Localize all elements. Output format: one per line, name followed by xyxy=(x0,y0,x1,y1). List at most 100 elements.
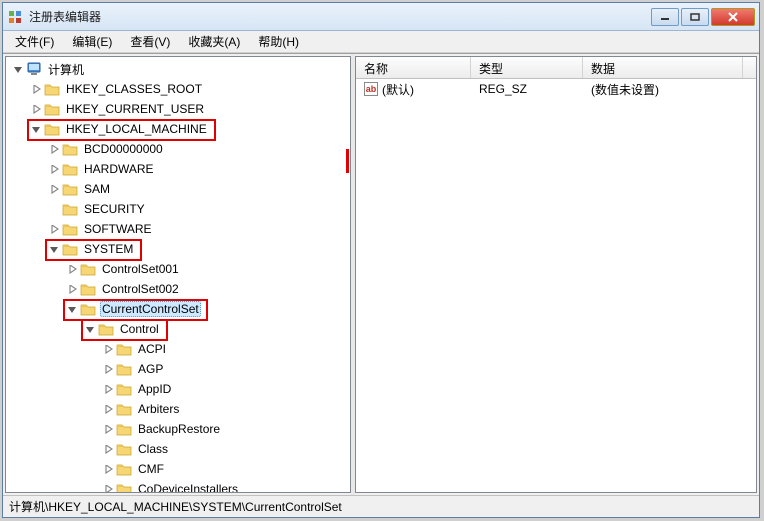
folder-icon xyxy=(116,381,132,397)
expand-icon[interactable] xyxy=(48,183,60,195)
expand-icon[interactable] xyxy=(102,403,114,415)
tree-label[interactable]: Class xyxy=(136,441,170,457)
tree-row[interactable]: SECURITY xyxy=(6,199,350,219)
tree-row[interactable]: ControlSet001 xyxy=(6,259,350,279)
tree-row[interactable]: HKEY_CURRENT_USER xyxy=(6,99,350,119)
column-header[interactable]: 类型 xyxy=(471,57,583,78)
tree-label[interactable]: SOFTWARE xyxy=(82,221,154,237)
statusbar: 计算机\HKEY_LOCAL_MACHINE\SYSTEM\CurrentCon… xyxy=(3,495,759,517)
expand-icon[interactable] xyxy=(30,83,42,95)
tree-label[interactable]: ControlSet002 xyxy=(100,281,181,297)
tree-label[interactable]: CMF xyxy=(136,461,166,477)
folder-icon xyxy=(44,81,60,97)
tree-label[interactable]: HKEY_CLASSES_ROOT xyxy=(64,81,204,97)
tree-label[interactable]: HKEY_LOCAL_MACHINE xyxy=(64,121,209,137)
folder-icon xyxy=(116,461,132,477)
tree-row[interactable]: CMF xyxy=(6,459,350,479)
folder-icon xyxy=(116,401,132,417)
tree-row[interactable]: Class xyxy=(6,439,350,459)
menubar: 文件(F) 编辑(E) 查看(V) 收藏夹(A) 帮助(H) xyxy=(3,31,759,53)
collapse-icon[interactable] xyxy=(48,243,60,255)
menu-file[interactable]: 文件(F) xyxy=(7,31,62,52)
folder-icon xyxy=(62,181,78,197)
expand-icon[interactable] xyxy=(102,483,114,493)
collapse-icon[interactable] xyxy=(84,323,96,335)
app-icon xyxy=(7,9,23,25)
tree-row[interactable]: CoDeviceInstallers xyxy=(6,479,350,493)
expand-icon[interactable] xyxy=(102,363,114,375)
folder-icon xyxy=(62,201,78,217)
expand-icon[interactable] xyxy=(48,163,60,175)
expand-icon[interactable] xyxy=(48,223,60,235)
tree-row[interactable]: BCD00000000 xyxy=(6,139,350,159)
tree-row[interactable]: Arbiters xyxy=(6,399,350,419)
tree-label[interactable]: AppID xyxy=(136,381,173,397)
tree-label[interactable]: CoDeviceInstallers xyxy=(136,481,240,493)
tree-row[interactable]: AppID xyxy=(6,379,350,399)
expand-icon[interactable] xyxy=(48,143,60,155)
tree-row[interactable]: 计算机 xyxy=(6,59,350,79)
tree-row[interactable]: SOFTWARE xyxy=(6,219,350,239)
menu-view[interactable]: 查看(V) xyxy=(122,31,178,52)
folder-icon xyxy=(116,481,132,493)
expand-icon[interactable] xyxy=(102,383,114,395)
expand-icon[interactable] xyxy=(102,423,114,435)
tree-row[interactable]: Control xyxy=(6,319,350,339)
column-header[interactable]: 名称 xyxy=(356,57,471,78)
tree-label[interactable]: ControlSet001 xyxy=(100,261,181,277)
tree-label[interactable]: SECURITY xyxy=(82,201,147,217)
tree-row[interactable]: SAM xyxy=(6,179,350,199)
list-header[interactable]: 名称类型数据 xyxy=(356,57,756,79)
tree-label[interactable]: SYSTEM xyxy=(82,241,135,257)
tree-label[interactable]: HARDWARE xyxy=(82,161,156,177)
tree-label[interactable]: Control xyxy=(118,321,161,337)
folder-icon xyxy=(44,101,60,117)
tree-label[interactable]: Arbiters xyxy=(136,401,181,417)
regedit-window: 注册表编辑器 文件(F) 编辑(E) 查看(V) 收藏夹(A) 帮助(H) 计算… xyxy=(2,2,760,518)
expand-icon[interactable] xyxy=(102,463,114,475)
column-header[interactable]: 数据 xyxy=(583,57,743,78)
tree-label[interactable]: BackupRestore xyxy=(136,421,222,437)
tree-label[interactable]: SAM xyxy=(82,181,112,197)
tree-row[interactable]: ControlSet002 xyxy=(6,279,350,299)
tree-label[interactable]: BCD00000000 xyxy=(82,141,165,157)
expand-icon[interactable] xyxy=(30,103,42,115)
tree-label[interactable]: AGP xyxy=(136,361,165,377)
titlebar[interactable]: 注册表编辑器 xyxy=(3,3,759,31)
expand-icon[interactable] xyxy=(66,283,78,295)
tree-row[interactable]: ACPI xyxy=(6,339,350,359)
tree-label[interactable]: CurrentControlSet xyxy=(100,301,201,317)
expand-icon[interactable] xyxy=(66,263,78,275)
collapse-icon[interactable] xyxy=(30,123,42,135)
collapse-icon[interactable] xyxy=(12,63,24,75)
folder-icon xyxy=(62,161,78,177)
close-button[interactable] xyxy=(711,8,755,26)
folder-icon xyxy=(116,421,132,437)
tree-label[interactable]: HKEY_CURRENT_USER xyxy=(64,101,206,117)
collapse-icon[interactable] xyxy=(66,303,78,315)
menu-edit[interactable]: 编辑(E) xyxy=(64,31,120,52)
tree-row[interactable]: HKEY_CLASSES_ROOT xyxy=(6,79,350,99)
expand-icon[interactable] xyxy=(102,343,114,355)
tree-row[interactable]: SYSTEM xyxy=(6,239,350,259)
tree-row[interactable]: CurrentControlSet xyxy=(6,299,350,319)
list-body[interactable]: ab(默认)REG_SZ(数值未设置) xyxy=(356,79,756,492)
tree-row[interactable]: HARDWARE xyxy=(6,159,350,179)
list-row[interactable]: ab(默认)REG_SZ(数值未设置) xyxy=(356,79,756,99)
folder-icon xyxy=(80,261,96,277)
tree-row[interactable]: HKEY_LOCAL_MACHINE xyxy=(6,119,350,139)
folder-icon xyxy=(62,221,78,237)
tree-row[interactable]: AGP xyxy=(6,359,350,379)
folder-icon xyxy=(116,441,132,457)
expand-icon[interactable] xyxy=(102,443,114,455)
cell-type: REG_SZ xyxy=(471,80,583,98)
tree-label[interactable]: 计算机 xyxy=(46,60,86,79)
maximize-button[interactable] xyxy=(681,8,709,26)
tree-label[interactable]: ACPI xyxy=(136,341,168,357)
tree-pane[interactable]: 计算机 HKEY_CLASSES_ROOT HKEY_CURRENT_USER HKE… xyxy=(5,56,351,493)
minimize-button[interactable] xyxy=(651,8,679,26)
menu-favorites[interactable]: 收藏夹(A) xyxy=(180,31,248,52)
tree-row[interactable]: BackupRestore xyxy=(6,419,350,439)
menu-help[interactable]: 帮助(H) xyxy=(250,31,307,52)
main-body: 计算机 HKEY_CLASSES_ROOT HKEY_CURRENT_USER HKE… xyxy=(3,53,759,495)
